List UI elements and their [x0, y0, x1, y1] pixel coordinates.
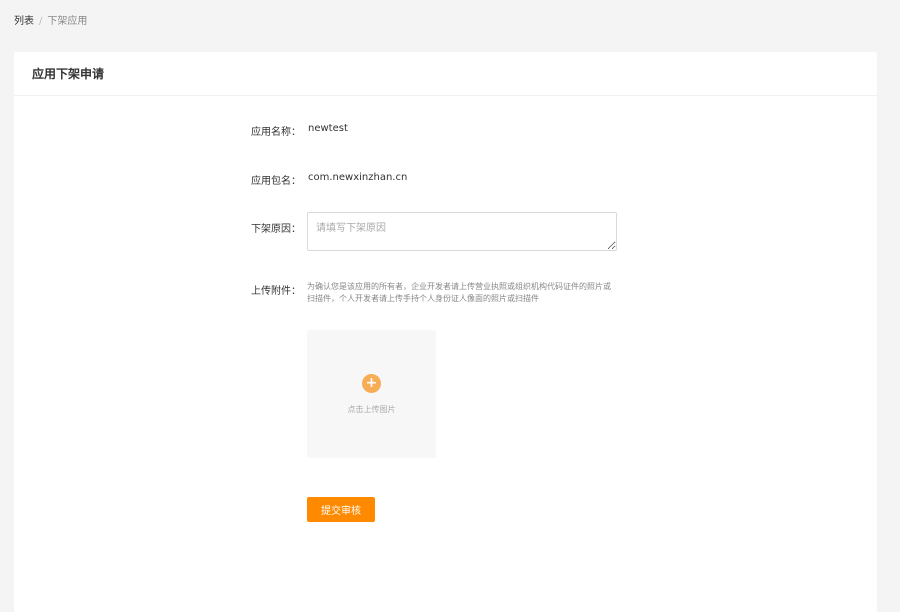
upload-label: 点击上传图片: [347, 405, 396, 414]
attachment-label: 上传附件：: [251, 286, 301, 297]
plus-icon: +: [362, 374, 381, 393]
app-name-value: newtest: [308, 123, 348, 134]
breadcrumb-separator: /: [39, 16, 43, 27]
package-name-label: 应用包名：: [251, 176, 301, 187]
breadcrumb: 列表 / 下架应用: [14, 15, 87, 29]
page-title: 应用下架申请: [32, 67, 105, 81]
delist-reason-label: 下架原因：: [251, 224, 301, 235]
app-name-label: 应用名称：: [251, 127, 301, 138]
delist-application-card: 应用下架申请 应用名称： newtest 应用包名： com.newxinzha…: [14, 52, 877, 612]
package-name-value: com.newxinzhan.cn: [308, 172, 408, 183]
breadcrumb-link-list[interactable]: 列表: [14, 16, 34, 27]
delist-reason-input[interactable]: [307, 212, 617, 251]
submit-review-button[interactable]: 提交审核: [307, 497, 375, 522]
image-upload-area[interactable]: + 点击上传图片: [307, 330, 436, 458]
breadcrumb-current: 下架应用: [47, 16, 88, 27]
attachment-hint: 为确认您是该应用的所有者，企业开发者请上传营业执照或组织机构代码证件的照片或扫描…: [307, 282, 611, 303]
card-header: 应用下架申请: [14, 52, 877, 96]
